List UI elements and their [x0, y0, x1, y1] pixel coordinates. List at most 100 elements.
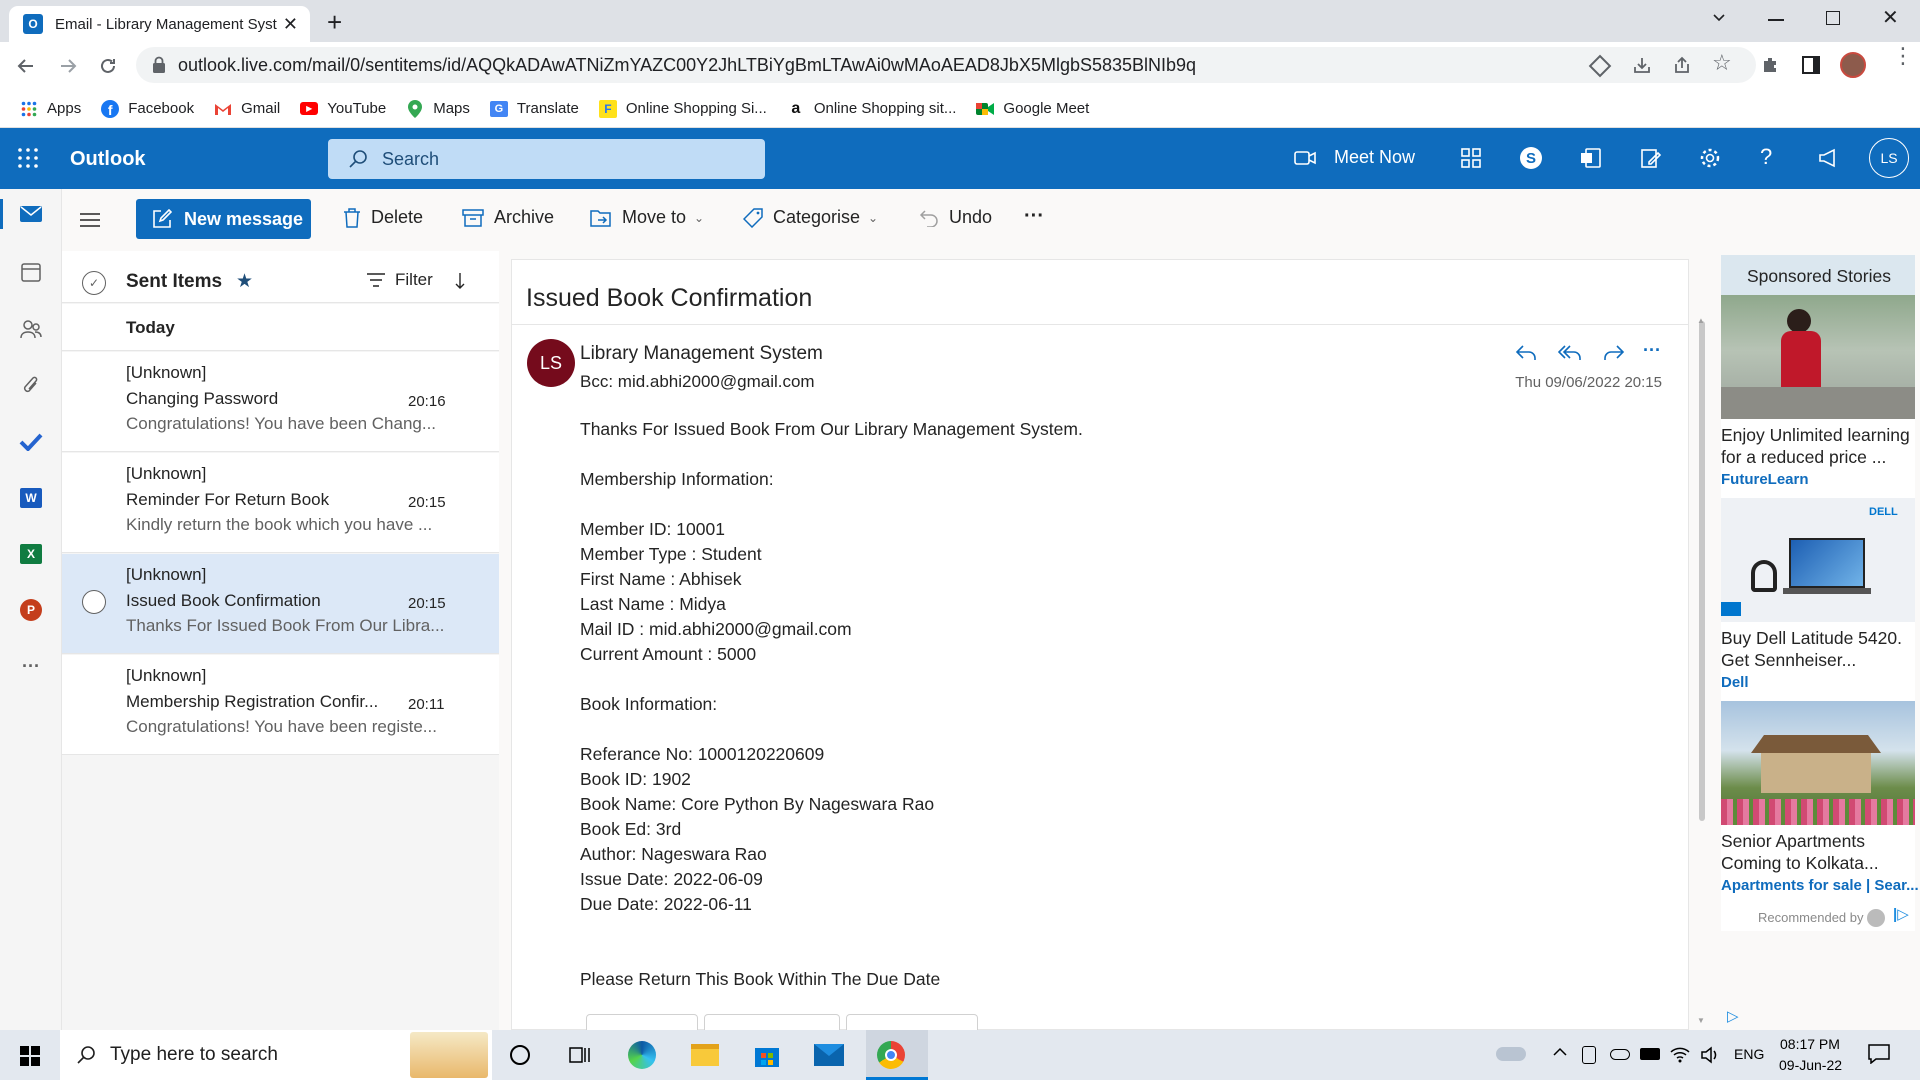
bookmark-google-meet[interactable]: Google Meet: [976, 100, 1089, 118]
delete-button[interactable]: Delete: [343, 207, 423, 228]
file-explorer-icon[interactable]: [690, 1040, 720, 1070]
tab-search-chevron-icon[interactable]: [1710, 8, 1728, 26]
message-row[interactable]: [Unknown] Membership Registration Confir…: [62, 655, 499, 755]
settings-gear-icon[interactable]: [1698, 146, 1722, 170]
scroll-up-arrow-icon[interactable]: ▲: [1697, 316, 1705, 325]
filter-button[interactable]: Filter: [367, 270, 433, 290]
word-icon[interactable]: W: [16, 483, 46, 513]
input-language[interactable]: ENG: [1734, 1046, 1764, 1062]
share-icon[interactable]: [1672, 55, 1692, 75]
reply-all-icon[interactable]: [1558, 344, 1582, 362]
microsoft-store-icon[interactable]: [752, 1040, 782, 1070]
categorise-button[interactable]: Categorise ⌄: [743, 207, 878, 228]
cortana-icon[interactable]: [505, 1040, 535, 1070]
more-apps-icon[interactable]: ···: [16, 651, 46, 681]
side-panel-icon[interactable]: [1802, 56, 1820, 74]
chrome-icon[interactable]: [876, 1040, 906, 1070]
people-icon[interactable]: [16, 314, 46, 344]
app-launcher-icon[interactable]: [18, 148, 38, 168]
search-box[interactable]: Search: [328, 139, 765, 179]
bookmark-maps[interactable]: Maps: [406, 99, 470, 118]
taskbar-search[interactable]: Type here to search: [60, 1030, 492, 1080]
sender-name[interactable]: Library Management System: [580, 343, 823, 365]
close-window-icon[interactable]: ✕: [1882, 5, 1899, 30]
message-select-checkbox[interactable]: [82, 590, 106, 614]
ad-image-woman[interactable]: [1721, 295, 1915, 419]
select-all-checkbox[interactable]: ✓: [82, 271, 106, 295]
archive-button[interactable]: Archive: [462, 207, 554, 228]
sort-arrow-icon[interactable]: [455, 273, 465, 289]
bookmark-youtube[interactable]: ▶ YouTube: [300, 100, 386, 118]
volume-icon[interactable]: [1700, 1046, 1720, 1064]
message-row[interactable]: [Unknown] Reminder For Return Book 20:15…: [62, 453, 499, 553]
undo-button[interactable]: Undo: [919, 207, 992, 228]
browser-tab[interactable]: O Email - Library Management Syst ✕: [9, 6, 310, 42]
excel-icon[interactable]: X: [16, 539, 46, 569]
hamburger-menu-icon[interactable]: [80, 213, 100, 227]
ad-line[interactable]: Enjoy Unlimited learning: [1721, 424, 1910, 446]
wifi-icon[interactable]: [1670, 1045, 1690, 1063]
app-name[interactable]: Outlook: [70, 148, 146, 171]
ad-line[interactable]: Buy Dell Latitude 5420.: [1721, 627, 1902, 649]
bookmark-translate[interactable]: G Translate: [489, 100, 579, 118]
adchoices-icon[interactable]: |▷: [1893, 905, 1909, 923]
ad-line[interactable]: Coming to Kolkata...: [1721, 852, 1879, 874]
feedback-megaphone-icon[interactable]: [1818, 148, 1840, 168]
bookmark-amazon[interactable]: a Online Shopping sit...: [787, 100, 956, 118]
help-icon[interactable]: ?: [1760, 144, 1772, 170]
profile-avatar[interactable]: [1840, 52, 1866, 78]
reading-scrollbar[interactable]: [1699, 321, 1705, 821]
outbrain-logo-icon[interactable]: [1867, 909, 1885, 927]
ad-line[interactable]: for a reduced price ...: [1721, 446, 1886, 468]
mail-app-icon[interactable]: [814, 1040, 844, 1070]
new-message-button[interactable]: New message: [136, 199, 311, 239]
forward-mail-icon[interactable]: [1603, 344, 1625, 362]
adchoices-icon[interactable]: ▷: [1727, 1007, 1739, 1025]
battery-icon[interactable]: [1640, 1048, 1660, 1060]
reply-icon[interactable]: [1515, 344, 1537, 362]
scroll-down-arrow-icon[interactable]: ▼: [1697, 1016, 1705, 1025]
address-bar[interactable]: outlook.live.com/mail/0/sentitems/id/AQQ…: [136, 47, 1756, 83]
bookmark-facebook[interactable]: f Facebook: [101, 99, 194, 118]
edit-notes-icon[interactable]: [1640, 147, 1662, 169]
close-tab-icon[interactable]: ✕: [283, 14, 298, 35]
move-to-button[interactable]: Move to ⌄: [590, 207, 704, 228]
forward-icon[interactable]: [58, 56, 78, 76]
chrome-menu-icon[interactable]: ⋮: [1892, 45, 1914, 67]
ad-source[interactable]: Apartments for sale | Sear...: [1721, 877, 1919, 894]
windows-start-icon[interactable]: [20, 1046, 40, 1066]
office-word-icon[interactable]: [1580, 147, 1602, 169]
more-actions-icon[interactable]: ···: [1643, 340, 1661, 361]
mail-icon[interactable]: [16, 199, 46, 229]
reload-icon[interactable]: [98, 56, 118, 76]
powerpoint-icon[interactable]: P: [16, 595, 46, 625]
minimize-icon[interactable]: [1768, 19, 1784, 21]
todo-check-icon[interactable]: [16, 427, 46, 457]
ad-image-house[interactable]: [1721, 701, 1915, 825]
more-options-icon[interactable]: ···: [1024, 205, 1044, 228]
user-avatar[interactable]: LS: [1869, 138, 1909, 178]
bookmark-apps[interactable]: Apps: [20, 100, 81, 118]
onedrive-cloud-icon[interactable]: [1610, 1049, 1630, 1060]
back-icon[interactable]: [16, 56, 36, 76]
edge-icon[interactable]: [627, 1040, 657, 1070]
install-app-icon[interactable]: [1632, 55, 1652, 75]
message-row[interactable]: [Unknown] Changing Password 20:16 Congra…: [62, 352, 499, 452]
clock-time[interactable]: 08:17 PM: [1780, 1036, 1840, 1052]
bookmark-star-icon[interactable]: ☆: [1712, 50, 1732, 76]
task-view-icon[interactable]: [565, 1040, 595, 1070]
calendar-icon[interactable]: [16, 257, 46, 287]
skype-icon[interactable]: S: [1520, 147, 1542, 169]
ad-line[interactable]: Senior Apartments: [1721, 830, 1865, 852]
device-icon[interactable]: [1582, 1046, 1596, 1064]
bookmark-flipkart[interactable]: F Online Shopping Si...: [598, 99, 767, 118]
notifications-icon[interactable]: [1868, 1044, 1890, 1064]
message-row-selected[interactable]: [Unknown] Issued Book Confirmation 20:15…: [62, 554, 499, 654]
bookmark-gmail[interactable]: Gmail: [214, 100, 280, 118]
my-day-grid-icon[interactable]: [1461, 148, 1481, 168]
extensions-icon[interactable]: [1760, 55, 1780, 75]
new-tab-icon[interactable]: +: [327, 7, 342, 38]
maximize-icon[interactable]: [1826, 11, 1840, 25]
ad-image-laptop[interactable]: DELL: [1721, 498, 1915, 622]
ad-source[interactable]: FutureLearn: [1721, 471, 1809, 488]
